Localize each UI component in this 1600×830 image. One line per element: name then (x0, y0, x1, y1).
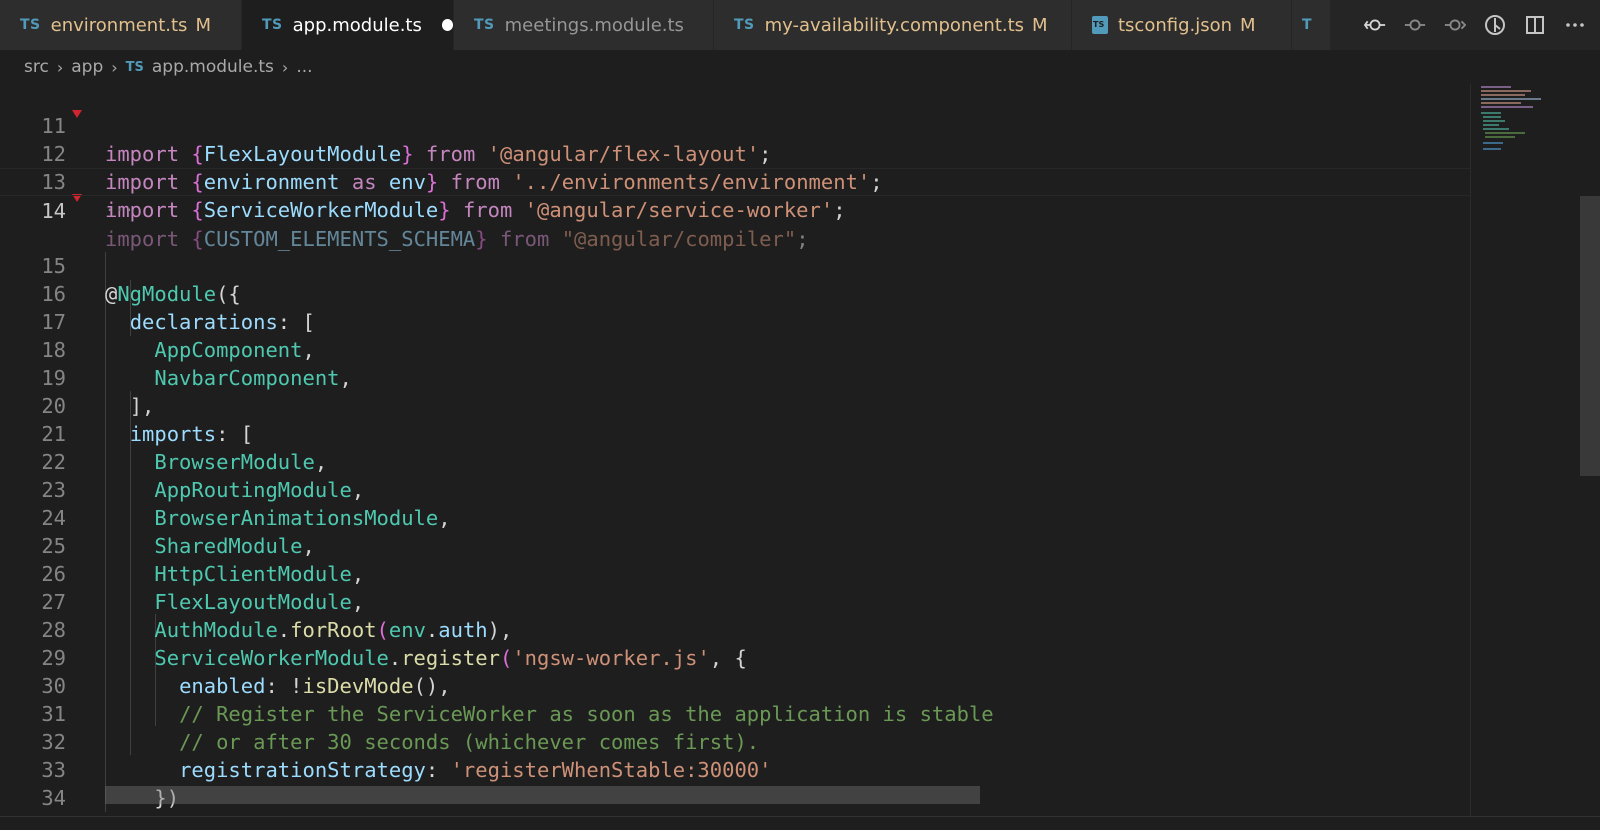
tab-label: tsconfig.json (1118, 14, 1233, 36)
typescript-file-icon: TS (262, 17, 283, 33)
code-line: 31 // or after 30 seconds (whichever com… (0, 672, 1470, 754)
chevron-right-icon: › (56, 57, 64, 77)
tab-tsconfig-json[interactable]: tsconfig.json M (1072, 0, 1292, 50)
code-line: 15 @NgModule({ (0, 224, 1470, 306)
editor-actions (1330, 0, 1600, 50)
code-line: 27 AuthModule.forRoot(env.auth), (0, 560, 1470, 642)
code-line: 19 ], (0, 336, 1470, 418)
line-number: 14 (41, 199, 66, 223)
tab-environment-ts[interactable]: TS environment.ts M (0, 0, 242, 50)
tab-label: environment.ts (50, 14, 188, 36)
modified-badge: M (1032, 14, 1048, 36)
tab-app-module-ts[interactable]: TS app.module.ts (242, 0, 454, 50)
horizontal-scrollbar[interactable] (105, 786, 980, 804)
code-line: 23 BrowserAnimationsModule, (0, 448, 1470, 530)
minimap-line (1483, 142, 1503, 144)
breadcrumb-more[interactable]: ... (296, 57, 312, 77)
minimap-line (1483, 148, 1501, 150)
typescript-file-icon: TS (474, 17, 495, 33)
minimap-line (1485, 136, 1515, 138)
previous-change-icon[interactable] (1404, 14, 1426, 36)
code-line: 12 import {environment as env} from '../… (0, 112, 1470, 194)
folded-region-ellipsis[interactable]: ... (105, 196, 134, 215)
typescript-file-icon: TS (20, 17, 41, 33)
timeline-icon[interactable] (1484, 14, 1506, 36)
minimap-line (1483, 120, 1505, 122)
code-line: 20 imports: [ (0, 364, 1470, 446)
breadcrumb: src › app › TS app.module.ts › ... (0, 50, 1600, 84)
code-line: 13 import {ServiceWorkerModule} from '@a… (0, 140, 1470, 222)
breadcrumb-app[interactable]: app (71, 57, 103, 77)
more-actions-icon[interactable] (1564, 14, 1586, 36)
code-line: 28 ServiceWorkerModule.register('ngsw-wo… (0, 588, 1470, 670)
open-changes-icon[interactable] (1364, 14, 1386, 36)
minimap-line (1483, 128, 1509, 130)
tsconfig-file-icon (1092, 16, 1108, 34)
code-line: 29 enabled: !isDevMode(), (0, 616, 1470, 698)
typescript-file-icon: T (1302, 17, 1313, 33)
next-change-icon[interactable] (1444, 14, 1466, 36)
code-line: 34 ], (0, 756, 1470, 820)
code-line: 16 declarations: [ (0, 252, 1470, 334)
breadcrumb-file[interactable]: app.module.ts (152, 57, 274, 77)
code-line: 22 AppRoutingModule, (0, 420, 1470, 502)
tab-overflow[interactable]: T (1292, 0, 1332, 50)
code-line: 11 import {FlexLayoutModule} from '@angu… (0, 84, 1470, 166)
minimap-line (1481, 90, 1531, 92)
code-line: 24 SharedModule, (0, 476, 1470, 558)
code-line: 30 // Register the ServiceWorker as soon… (0, 644, 1470, 726)
minimap-line (1481, 112, 1501, 114)
typescript-file-icon: TS (734, 17, 755, 33)
code-line: 18 NavbarComponent, (0, 308, 1470, 390)
modified-badge: M (195, 14, 211, 36)
code-line: 32 registrationStrategy: 'registerWhenSt… (0, 700, 1470, 782)
editor-bottom-border (0, 816, 1600, 830)
code-editor[interactable]: 11 import {FlexLayoutModule} from '@angu… (0, 84, 1470, 820)
minimap[interactable] (1470, 84, 1580, 820)
chevron-right-icon: › (281, 57, 289, 77)
code-line: 26 FlexLayoutModule, (0, 532, 1470, 614)
minimap-line (1481, 94, 1525, 96)
unsaved-dot-icon[interactable] (441, 19, 453, 31)
minimap-line (1481, 86, 1511, 88)
tab-my-availability-component-ts[interactable]: TS my-availability.component.ts M (714, 0, 1072, 50)
code-line: 33 }) (0, 728, 1470, 810)
code-line-current: 14 import {CUSTOM_ELEMENTS_SCHEMA} from … (0, 168, 1470, 251)
chevron-right-icon: › (111, 57, 118, 77)
modified-badge: M (1240, 14, 1256, 36)
minimap-line (1481, 98, 1541, 100)
minimap-line (1483, 124, 1499, 126)
breadcrumb-src[interactable]: src (24, 57, 49, 77)
code-line: 25 HttpClientModule, (0, 504, 1470, 586)
minimap-line (1481, 106, 1533, 108)
vertical-scrollbar-thumb[interactable] (1580, 196, 1600, 476)
code-line: 17 AppComponent, (0, 280, 1470, 362)
code-line: 21 BrowserModule, (0, 392, 1470, 474)
split-editor-icon[interactable] (1524, 14, 1546, 36)
minimap-line (1485, 132, 1525, 134)
tab-label: my-availability.component.ts (764, 14, 1025, 36)
tab-label: meetings.module.ts (504, 14, 684, 36)
tab-label: app.module.ts (292, 14, 422, 36)
typescript-file-icon: TS (125, 59, 144, 75)
minimap-line (1483, 116, 1501, 118)
tab-meetings-module-ts[interactable]: TS meetings.module.ts (454, 0, 714, 50)
minimap-line (1481, 102, 1521, 104)
